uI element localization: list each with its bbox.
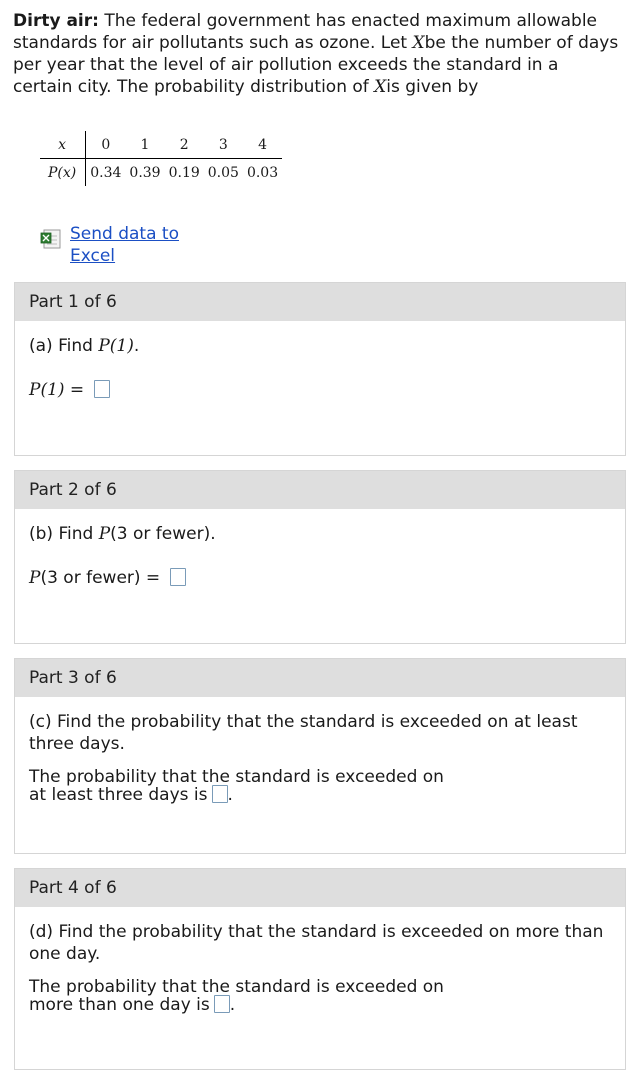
problem-statement: Dirty air: The federal government has en… <box>13 10 621 98</box>
table-cell-x: 4 <box>242 131 283 159</box>
part-4-answer-input[interactable] <box>213 995 230 1013</box>
part-3-header: Part 3 of 6 <box>15 659 625 697</box>
table-cell-p: 0.34 <box>90 164 122 181</box>
problem-text-3: is given by <box>386 77 479 97</box>
table-cell-p: 0.03 <box>246 164 279 181</box>
table-cell-p: 0.05 <box>207 164 239 181</box>
part-3-panel: Part 3 of 6 (c) Find the probability tha… <box>14 658 626 854</box>
part-2-answer-row: P(3 or fewer) = <box>29 567 611 589</box>
part-2-answer-input[interactable] <box>169 568 186 586</box>
part-2-panel: Part 2 of 6 (b) Find P(3 or fewer). P(3 … <box>14 470 626 644</box>
table-cell-x: 3 <box>203 131 243 159</box>
part-2-question: (b) Find P(3 or fewer). <box>29 524 216 544</box>
part-3-question: (c) Find the probability that the standa… <box>29 712 578 754</box>
send-to-excel-link[interactable]: Send data to Excel <box>70 223 190 267</box>
part-1-panel: Part 1 of 6 (a) Find P(1). P(1) = <box>14 282 626 456</box>
table-header-x: x <box>40 131 87 159</box>
table-cell-p: 0.39 <box>129 164 161 181</box>
part-4-header: Part 4 of 6 <box>15 869 625 907</box>
part-1-answer-row: P(1) = <box>29 379 611 401</box>
probability-table: x 0 1 2 3 4 P(x) 0.34 0.39 0.19 0.05 0.0… <box>40 131 283 186</box>
part-1-header: Part 1 of 6 <box>15 283 625 321</box>
excel-icon <box>40 229 61 249</box>
part-3-answer-row: The probability that the standard is exc… <box>29 767 444 805</box>
table-cell-x: 2 <box>164 131 204 159</box>
variable-x: X <box>412 33 425 53</box>
part-4-answer-row: The probability that the standard is exc… <box>29 977 444 1015</box>
part-1-answer-input[interactable] <box>93 380 110 398</box>
table-header-px: P(x) <box>40 158 87 186</box>
table-cell-p: 0.19 <box>168 164 200 181</box>
part-3-answer-input[interactable] <box>211 785 228 803</box>
table-cell-x: 0 <box>85 131 126 159</box>
problem-title: Dirty air: <box>13 11 99 31</box>
part-2-header: Part 2 of 6 <box>15 471 625 509</box>
table-cell-x: 1 <box>125 131 165 159</box>
part-4-question: (d) Find the probability that the standa… <box>29 922 604 964</box>
part-4-panel: Part 4 of 6 (d) Find the probability tha… <box>14 868 626 1070</box>
part-1-question: (a) Find P(1). <box>29 336 140 356</box>
variable-x: X <box>374 77 387 97</box>
